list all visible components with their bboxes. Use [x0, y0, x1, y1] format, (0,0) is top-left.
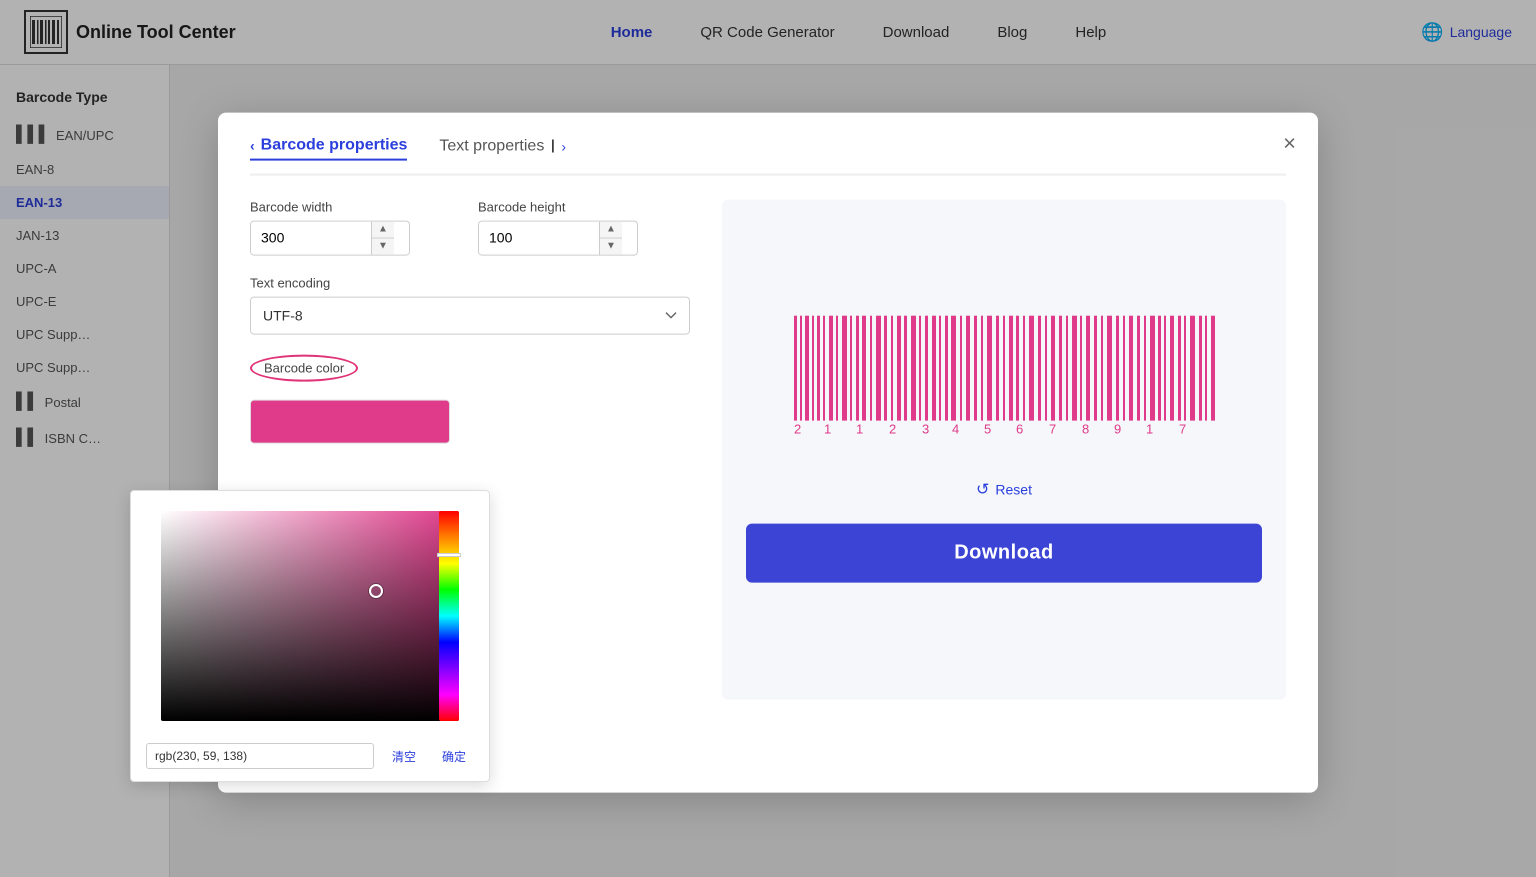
chevron-right-icon: › [561, 139, 566, 155]
reset-label: Reset [995, 482, 1032, 498]
tab-barcode-label: Barcode properties [261, 137, 408, 155]
color-group: Barcode color [250, 354, 690, 443]
svg-text:5: 5 [984, 422, 991, 436]
svg-text:1: 1 [1146, 422, 1153, 436]
height-down-btn[interactable]: ▼ [600, 238, 622, 254]
svg-text:6: 6 [1016, 422, 1023, 436]
width-spinner: ▲ ▼ [371, 221, 394, 254]
svg-text:7: 7 [1179, 422, 1186, 436]
width-input[interactable] [251, 222, 371, 254]
height-spinner: ▲ ▼ [599, 221, 622, 254]
cursor-icon: I [550, 136, 555, 157]
modal-close-button[interactable]: × [1283, 130, 1296, 156]
reset-icon: ↺ [976, 480, 989, 500]
svg-text:4: 4 [952, 422, 959, 436]
color-swatch[interactable] [250, 399, 450, 443]
hue-indicator [437, 553, 461, 557]
barcode-preview-panel: 2 1 1 2 3 4 5 6 7 8 9 1 7 ↺ Reset [722, 199, 1286, 699]
color-gradient[interactable] [161, 511, 459, 721]
svg-text:9: 9 [1114, 422, 1121, 436]
width-group: Barcode width ▲ ▼ [250, 199, 462, 255]
height-label: Barcode height [478, 199, 690, 214]
height-input[interactable] [479, 222, 599, 254]
dimensions-row: Barcode width ▲ ▼ Barcode height [250, 199, 690, 255]
barcode-preview: 2 1 1 2 3 4 5 6 7 8 9 1 7 [784, 316, 1224, 440]
color-picker-bottom: rgb(230, 59, 138) 清空 确定 [131, 737, 489, 773]
svg-text:1: 1 [856, 422, 863, 436]
width-up-btn[interactable]: ▲ [372, 221, 394, 238]
color-hex-input[interactable]: rgb(230, 59, 138) [146, 743, 374, 769]
width-down-btn[interactable]: ▼ [372, 238, 394, 254]
modal-tabs: ‹ Barcode properties Text properties I › [250, 136, 1286, 175]
svg-text:2: 2 [794, 422, 801, 436]
height-input-wrapper: ▲ ▼ [478, 220, 638, 255]
svg-text:1: 1 [824, 422, 831, 436]
barcode-svg: 2 1 1 2 3 4 5 6 7 8 9 1 7 [784, 316, 1224, 436]
chevron-left-icon: ‹ [250, 138, 255, 154]
color-clear-button[interactable]: 清空 [384, 744, 424, 769]
svg-text:2: 2 [889, 422, 896, 436]
tab-text-label: Text properties [439, 138, 544, 156]
encoding-label: Text encoding [250, 275, 690, 290]
width-label: Barcode width [250, 199, 462, 214]
tab-barcode-properties[interactable]: ‹ Barcode properties [250, 137, 407, 161]
encoding-select[interactable]: UTF-8 [250, 296, 690, 334]
encoding-group: Text encoding UTF-8 [250, 275, 690, 334]
width-input-wrapper: ▲ ▼ [250, 220, 410, 255]
svg-text:3: 3 [922, 422, 929, 436]
tab-text-properties[interactable]: Text properties I › [439, 136, 566, 161]
reset-button[interactable]: ↺ Reset [976, 480, 1032, 500]
download-button[interactable]: Download [746, 524, 1262, 583]
color-confirm-button[interactable]: 确定 [434, 744, 474, 769]
height-group: Barcode height ▲ ▼ [478, 199, 690, 255]
svg-text:7: 7 [1049, 422, 1056, 436]
svg-text:8: 8 [1082, 422, 1089, 436]
barcode-color-circle-label: Barcode color [250, 354, 358, 381]
color-picker-popup: rgb(230, 59, 138) 清空 确定 [130, 490, 490, 782]
color-hue-slider[interactable] [439, 511, 459, 721]
height-up-btn[interactable]: ▲ [600, 221, 622, 238]
color-picker-dot[interactable] [369, 584, 383, 598]
